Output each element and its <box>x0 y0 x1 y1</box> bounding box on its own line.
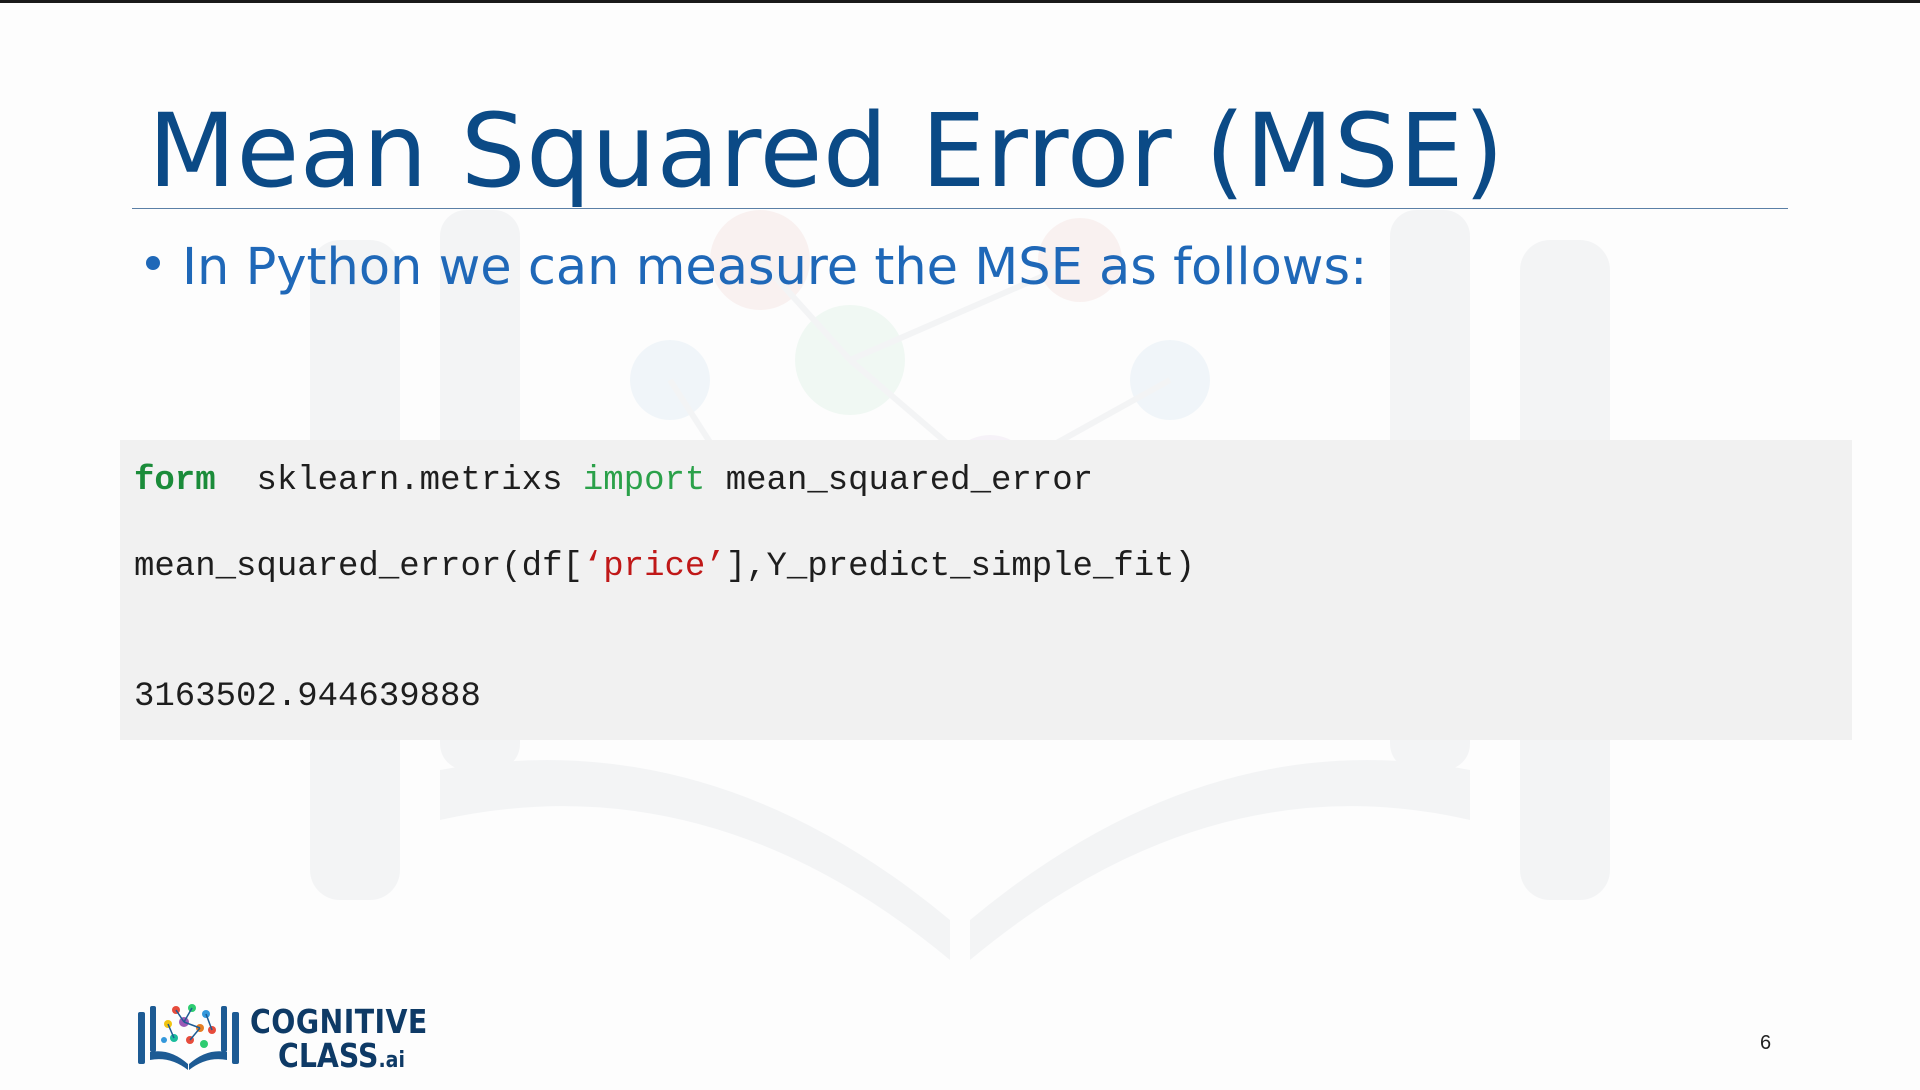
top-border <box>0 0 1920 3</box>
logo-text-class: CLASS.ai <box>278 1036 405 1075</box>
slide-title: Mean Squared Error (MSE) <box>148 92 1505 211</box>
logo-text-suffix: .ai <box>378 1048 405 1073</box>
logo-text-class-main: CLASS <box>278 1036 379 1075</box>
bullet-text: In Python we can measure the MSE as foll… <box>182 238 1368 297</box>
cognitive-class-logo: COGNITIVE CLASS.ai <box>136 1000 436 1075</box>
slide: Mean Squared Error (MSE) In Python we ca… <box>0 0 1920 1090</box>
code-output: 3163502.944639888 <box>134 678 481 716</box>
code-string-arg: ‘price’ <box>582 548 726 586</box>
code-module: sklearn.metrixs <box>256 462 563 500</box>
code-imported-name: mean_squared_error <box>725 462 1093 500</box>
book-brain-icon <box>138 1004 239 1070</box>
bullet-dot-icon <box>146 256 160 270</box>
code-line-call: mean_squared_error(df[‘price’],Y_predict… <box>134 548 1195 586</box>
code-call-start: mean_squared_error(df[ <box>134 548 583 586</box>
code-call-end: ],Y_predict_simple_fit) <box>725 548 1195 586</box>
code-line-import: form sklearn.metrixs import mean_squared… <box>134 462 1093 500</box>
bullet-item: In Python we can measure the MSE as foll… <box>146 238 1367 297</box>
code-block: form sklearn.metrixs import mean_squared… <box>120 440 1852 740</box>
page-number: 6 <box>1760 1032 1772 1054</box>
code-keyword-import: import <box>582 462 706 500</box>
title-divider <box>132 208 1788 209</box>
code-keyword-from: form <box>134 462 216 500</box>
